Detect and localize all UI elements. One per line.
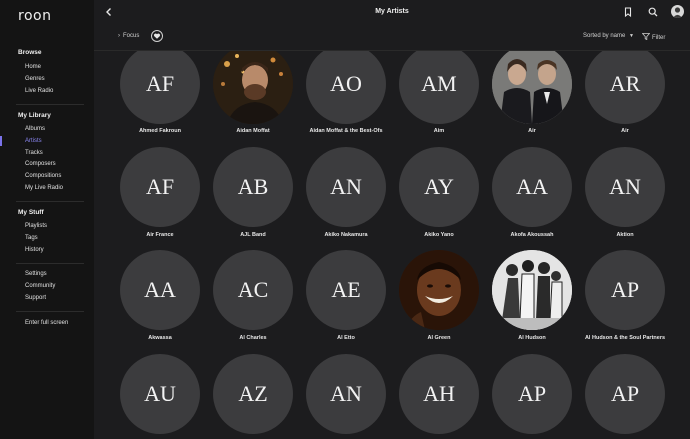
artist-initials-avatar: AF [120,147,200,227]
artist-initials-avatar: AP [585,250,665,330]
artist-photo [213,51,293,124]
sidebar-item-genres[interactable]: Genres [25,76,45,82]
sidebar: roon Browse Home Genres Live Radio My Li… [0,0,94,439]
caret-down-icon: ▼ [629,33,634,39]
artist-photo [492,250,572,330]
sidebar-divider [16,311,84,312]
artist-initials-avatar: AU [120,354,200,434]
roon-logo[interactable]: roon [18,8,51,24]
sort-label: Sorted by name [583,33,626,39]
sidebar-item-playlists[interactable]: Playlists [25,223,47,229]
chevron-right-icon: › [118,33,120,39]
artist-initials-avatar: AB [213,147,293,227]
artist-name: Air [528,128,536,134]
search-icon[interactable] [647,6,659,18]
favorite-filter-button[interactable] [151,30,163,42]
artist-initials-avatar: AE [306,250,386,330]
filter-label: Filter [652,35,666,41]
sidebar-item-compositions[interactable]: Compositions [25,173,61,179]
user-avatar[interactable] [671,5,684,18]
sidebar-item-composers[interactable]: Composers [25,161,56,167]
sidebar-section-browse: Browse [18,49,42,56]
artist-name: Aktion [616,232,634,238]
artist-name: Al Hudson [518,335,546,341]
artist-initials-avatar: AN [585,147,665,227]
artist-name: Aidan Moffat & the Best-Ofs [309,128,383,134]
sidebar-section-my-stuff: My Stuff [18,209,44,216]
page-title: My Artists [375,8,409,15]
sidebar-item-my-live-radio[interactable]: My Live Radio [25,185,63,191]
artist-name: Al Etto [337,335,355,341]
artist-initials-avatar: AP [492,354,572,434]
artist-initials-avatar: AY [399,147,479,227]
artist-name: Al Charles [239,335,267,341]
sidebar-item-tracks[interactable]: Tracks [25,150,43,156]
artist-photo [492,51,572,124]
sidebar-item-settings[interactable]: Settings [25,271,47,277]
sidebar-divider [16,263,84,264]
sidebar-section-my-library: My Library [18,112,51,119]
sidebar-item-artists[interactable]: Artists [25,138,42,144]
filter-button[interactable]: Filter [641,33,666,41]
artist-name: Akofa Akoussah [510,232,554,238]
artist-name: Akiko Nakamura [324,232,368,238]
artist-initials-avatar: AP [585,354,665,434]
artist-name: Air [621,128,629,134]
sidebar-divider [16,201,84,202]
sidebar-active-indicator [0,136,2,146]
sidebar-item-support[interactable]: Support [25,295,46,301]
artist-initials-avatar: AZ [213,354,293,434]
artist-initials-avatar: AO [306,51,386,124]
filter-icon [641,33,651,41]
artist-name: Al Green [427,335,451,341]
artist-grid: AF Ahmed Fakroun Aidan Moffat AO Aidan M… [94,51,690,439]
artist-initials-avatar: AM [399,51,479,124]
artist-name: Al Hudson & the Soul Partners [584,335,666,341]
sidebar-item-live-radio[interactable]: Live Radio [25,88,53,94]
focus-button[interactable]: › Focus [118,33,139,39]
sidebar-item-tags[interactable]: Tags [25,235,38,241]
focus-label: Focus [123,33,140,39]
sidebar-item-community[interactable]: Community [25,283,55,289]
artist-initials-avatar: AN [306,354,386,434]
artist-initials-avatar: AC [213,250,293,330]
artist-name: Akiko Yano [424,232,454,238]
artist-name: Ahmed Fakroun [139,128,181,134]
artist-name: AJL Band [240,232,266,238]
artist-name: Akwassa [148,335,172,341]
artist-photo [399,250,479,330]
heart-icon [153,33,161,39]
sidebar-item-albums[interactable]: Albums [25,126,45,132]
bookmark-icon[interactable] [622,6,634,18]
artist-name: Aidan Moffat [236,128,270,134]
top-bar: My Artists [94,0,690,24]
enter-full-screen-button[interactable]: Enter full screen [25,320,68,326]
artist-initials-avatar: AA [492,147,572,227]
artist-name: Aim [433,128,445,134]
sidebar-item-home[interactable]: Home [25,64,41,70]
artist-initials-avatar: AR [585,51,665,124]
artist-name: Air France [146,232,174,238]
artist-initials-avatar: AH [399,354,479,434]
sort-dropdown[interactable]: Sorted by name ▼ [583,33,634,39]
artist-initials-avatar: AA [120,250,200,330]
toolbar: › Focus Sorted by name ▼ Filter [94,24,690,50]
artist-initials-avatar: AN [306,147,386,227]
artist-initials-avatar: AF [120,51,200,124]
sidebar-item-history[interactable]: History [25,247,44,253]
sidebar-divider [16,104,84,105]
